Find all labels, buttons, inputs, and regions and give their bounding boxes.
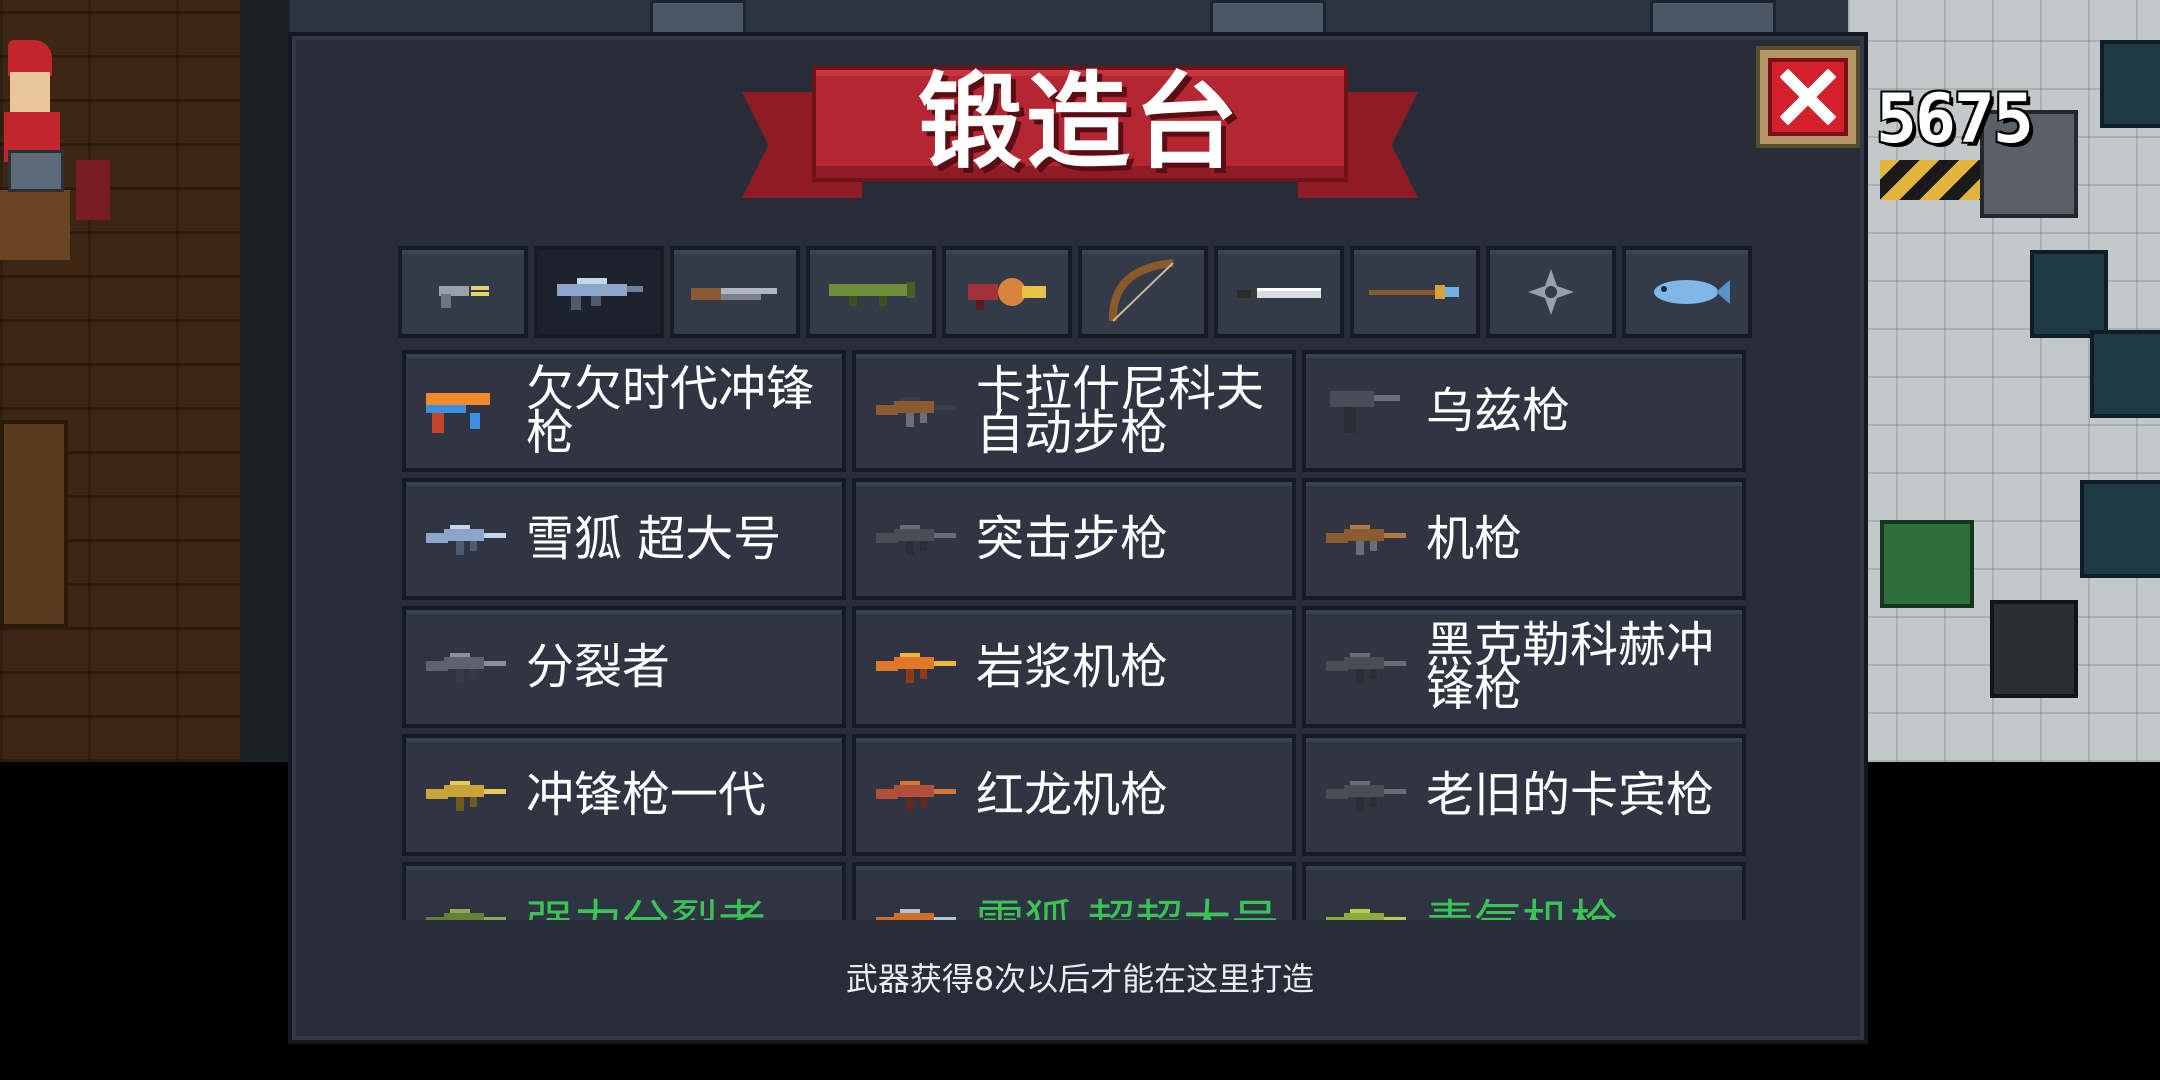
weapon-cell[interactable]: 雪狐 超大号 — [402, 478, 846, 600]
weapon-name: 雪狐 超超大号 — [976, 899, 1279, 920]
tab-shuriken[interactable] — [1486, 246, 1616, 338]
title-banner: 锻造台 — [742, 66, 1418, 216]
weapon-cell[interactable]: 毒气机枪 — [1302, 862, 1746, 920]
tab-fish[interactable] — [1622, 246, 1752, 338]
weapon-name: 卡拉什尼科夫自动步枪 — [976, 361, 1265, 461]
magma-gun-icon — [870, 639, 960, 695]
gold-smg-icon — [420, 767, 510, 823]
coin-counter: 5675 — [1876, 80, 2034, 159]
robot-figure — [1990, 600, 2078, 698]
tab-pistol[interactable] — [398, 246, 528, 338]
tab-staff[interactable] — [1350, 246, 1480, 338]
weapon-cell[interactable]: 强力分裂者 — [402, 862, 846, 920]
top-wall-strip — [290, 0, 1850, 36]
weapon-cell[interactable]: 老旧的卡宾枪 — [1302, 734, 1746, 856]
machine-gun-icon — [1320, 511, 1410, 567]
wall-column — [240, 0, 290, 762]
wooden-table — [0, 190, 70, 260]
weapon-name: 冲锋枪一代 — [526, 767, 767, 823]
weapon-name: 红龙机枪 — [976, 767, 1169, 823]
tab-sword[interactable] — [1214, 246, 1344, 338]
weapon-name: 强力分裂者 — [526, 899, 766, 920]
crate — [2080, 480, 2160, 578]
weapon-list[interactable]: 欠欠时代冲锋枪 卡拉什尼科夫自动步枪 乌兹枪 雪狐 超大号 突击步枪 机枪 分裂… — [402, 350, 1758, 920]
tab-grenade-launcher[interactable] — [942, 246, 1072, 338]
power-splitter-icon — [420, 895, 510, 920]
shuriken-icon — [1528, 269, 1574, 315]
wooden-desk — [0, 420, 68, 628]
tab-smg-rifle[interactable] — [534, 246, 664, 338]
weapon-cell[interactable]: 欠欠时代冲锋枪 — [402, 350, 846, 472]
banner-ribbon: 锻造台 — [812, 66, 1348, 182]
weapon-name: 突击步枪 — [976, 511, 1169, 567]
ak-rifle-icon — [870, 383, 960, 439]
old-carbine-icon — [1320, 767, 1410, 823]
weapon-name: 分裂者 — [526, 639, 671, 695]
smg-rifle-icon — [557, 278, 643, 310]
page-title: 锻造台 — [917, 61, 1242, 183]
weapon-category-tabs — [398, 246, 1752, 338]
assault-rifle-icon — [870, 511, 960, 567]
weapon-cell[interactable]: 突击步枪 — [852, 478, 1296, 600]
uzi-icon — [1320, 383, 1410, 439]
weapon-cell[interactable]: 机枪 — [1302, 478, 1746, 600]
weapon-name: 乌兹枪 — [1426, 383, 1571, 439]
snow-fox-xl-icon — [870, 895, 960, 920]
fish-icon — [1654, 280, 1730, 304]
computer-terminal — [8, 150, 64, 192]
weapon-cell[interactable]: 雪狐 超超大号 — [852, 862, 1296, 920]
tab-bow[interactable] — [1078, 246, 1208, 338]
rocket-launcher-icon — [829, 282, 915, 306]
snow-fox-rifle-icon — [420, 511, 510, 567]
tab-rocket-launcher[interactable] — [806, 246, 936, 338]
bow-icon — [1108, 259, 1174, 322]
close-button[interactable] — [1756, 46, 1860, 148]
weapon-name: 黑克勒科赫冲锋枪 — [1426, 617, 1715, 717]
poison-gun-icon — [1320, 895, 1410, 920]
weapon-name: 毒气机枪 — [1426, 899, 1618, 920]
santa-npc — [0, 40, 64, 162]
weapon-cell[interactable]: 岩浆机枪 — [852, 606, 1296, 728]
weapon-name: 机枪 — [1426, 511, 1523, 567]
weapon-name: 老旧的卡宾枪 — [1426, 767, 1715, 823]
crate — [2100, 40, 2160, 128]
weapon-cell[interactable]: 乌兹枪 — [1302, 350, 1746, 472]
weapon-cell[interactable]: 红龙机枪 — [852, 734, 1296, 856]
weapon-name: 雪狐 超大号 — [526, 511, 782, 567]
weapon-name: 欠欠时代冲锋枪 — [526, 361, 815, 461]
sword-icon — [1237, 286, 1321, 302]
hk-smg-icon — [1320, 639, 1410, 695]
weapon-grid: 欠欠时代冲锋枪 卡拉什尼科夫自动步枪 乌兹枪 雪狐 超大号 突击步枪 机枪 分裂… — [402, 350, 1758, 920]
red-chair — [76, 160, 110, 220]
tab-shotgun[interactable] — [670, 246, 800, 338]
green-chest — [1880, 520, 1974, 608]
weapon-cell[interactable]: 冲锋枪一代 — [402, 734, 846, 856]
shotgun-icon — [691, 288, 777, 300]
weapon-cell[interactable]: 卡拉什尼科夫自动步枪 — [852, 350, 1296, 472]
staff-icon — [1369, 285, 1459, 299]
weapon-name: 岩浆机枪 — [976, 639, 1169, 695]
orange-blue-smg-icon — [420, 383, 510, 439]
forge-hint: 武器获得8次以后才能在这里打造 — [845, 960, 1315, 998]
splitter-gun-icon — [420, 639, 510, 695]
weapon-cell[interactable]: 黑克勒科赫冲锋枪 — [1302, 606, 1746, 728]
red-dragon-gun-icon — [870, 767, 960, 823]
crate — [2090, 330, 2160, 418]
grenade-launcher-icon — [968, 278, 1046, 310]
pistol-icon — [439, 286, 489, 308]
weapon-cell[interactable]: 分裂者 — [402, 606, 846, 728]
crate — [2030, 250, 2108, 338]
close-icon[interactable] — [1768, 58, 1848, 136]
